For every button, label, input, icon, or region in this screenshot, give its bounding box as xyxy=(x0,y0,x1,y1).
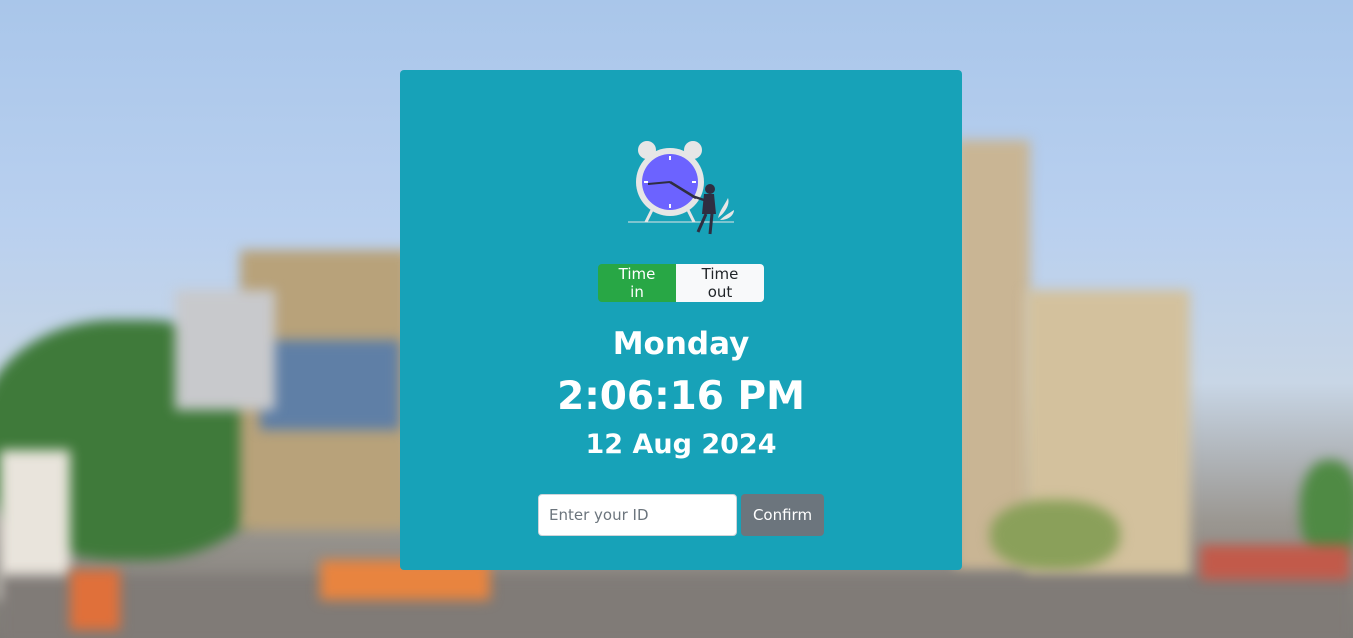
alarm-clock-person-icon xyxy=(628,141,734,235)
date-label: 12 Aug 2024 xyxy=(585,429,777,460)
time-clock-card: Time in Time out Monday 2:06:16 PM 12 Au… xyxy=(400,70,962,570)
time-mode-toggle: Time in Time out xyxy=(598,264,764,302)
clock-time: 2:06:16 PM xyxy=(557,374,805,419)
time-out-button[interactable]: Time out xyxy=(676,264,764,302)
confirm-button[interactable]: Confirm xyxy=(741,494,824,536)
id-input[interactable] xyxy=(538,494,737,536)
day-label: Monday xyxy=(612,326,750,362)
time-in-button[interactable]: Time in xyxy=(598,264,676,302)
